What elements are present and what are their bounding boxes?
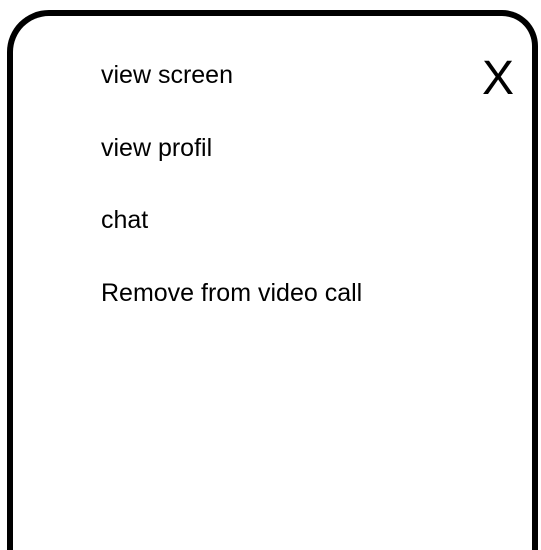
menu-item-view-screen[interactable]: view screen (101, 60, 233, 90)
close-icon[interactable]: X (482, 54, 514, 104)
participant-context-menu: view screen view profil chat Remove from… (7, 10, 538, 550)
menu-item-remove-from-call[interactable]: Remove from video call (101, 278, 362, 308)
menu-item-view-profile[interactable]: view profil (101, 133, 212, 163)
menu-item-chat[interactable]: chat (101, 205, 148, 235)
